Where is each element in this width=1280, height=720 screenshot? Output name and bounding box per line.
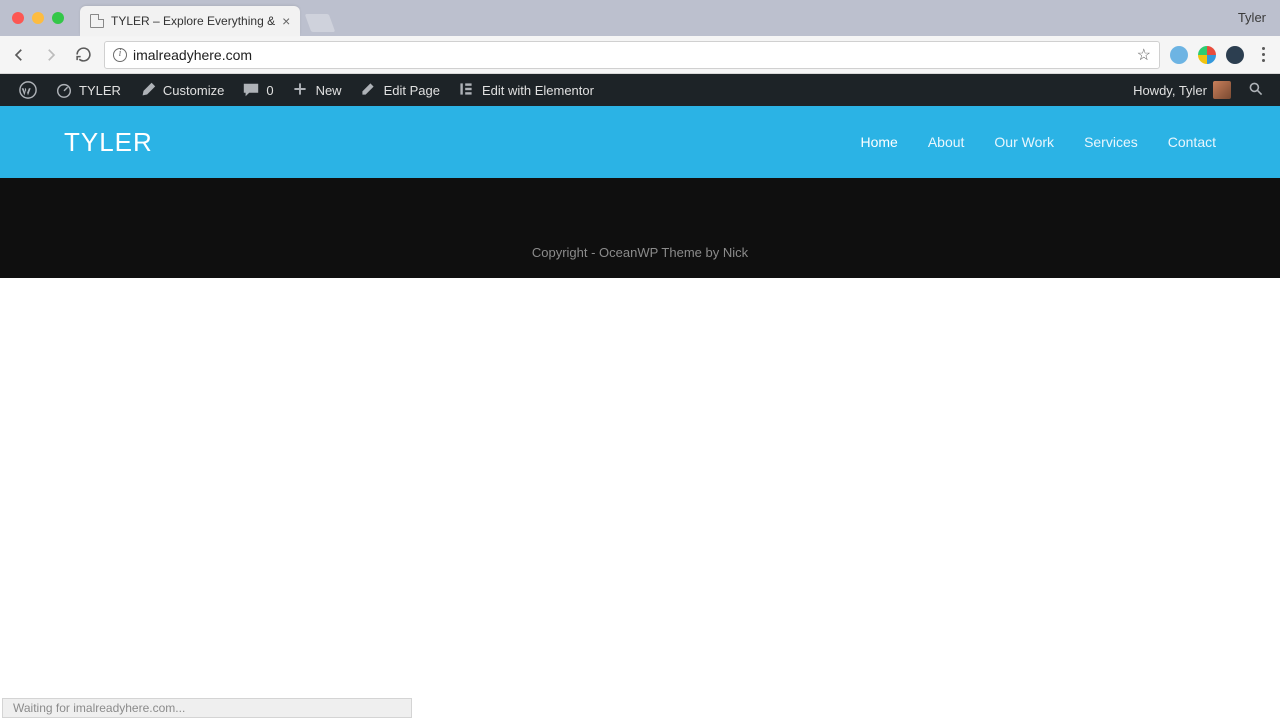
wp-edit-elementor[interactable]: Edit with Elementor (449, 74, 603, 106)
bookmark-star-icon[interactable]: ☆ (1137, 45, 1151, 65)
fullscreen-window-button[interactable] (52, 12, 64, 24)
wp-comments-count: 0 (266, 83, 273, 98)
wp-customize[interactable]: Customize (130, 74, 233, 106)
back-button[interactable] (8, 44, 30, 66)
wp-admin-bar: TYLER Customize 0 New Edit Page Edit wit… (0, 74, 1280, 106)
nav-our-work[interactable]: Our Work (994, 134, 1054, 150)
reload-button[interactable] (72, 44, 94, 66)
wp-edit-elementor-label: Edit with Elementor (482, 83, 594, 98)
wp-comments[interactable]: 0 (233, 74, 282, 106)
url-text: imalreadyhere.com (133, 47, 252, 63)
wp-logo-menu[interactable] (10, 74, 46, 106)
nav-contact[interactable]: Contact (1168, 134, 1216, 150)
browser-tab-strip: TYLER – Explore Everything & × Tyler (0, 0, 1280, 36)
wp-howdy-text: Howdy, Tyler (1133, 83, 1207, 98)
browser-tab-active[interactable]: TYLER – Explore Everything & × (80, 6, 300, 36)
brush-icon (139, 81, 157, 99)
minimize-window-button[interactable] (32, 12, 44, 24)
nav-about[interactable]: About (928, 134, 965, 150)
site-header: TYLER Home About Our Work Services Conta… (0, 106, 1280, 178)
elementor-icon (458, 81, 476, 99)
dashboard-icon (55, 81, 73, 99)
browser-menu-button[interactable] (1254, 47, 1272, 62)
wordpress-logo-icon (19, 81, 37, 99)
pencil-icon (360, 81, 378, 99)
forward-button[interactable] (40, 44, 62, 66)
wp-edit-page[interactable]: Edit Page (351, 74, 449, 106)
extension-profile-icon[interactable] (1226, 46, 1244, 64)
wp-customize-label: Customize (163, 83, 224, 98)
browser-status-bar: Waiting for imalreadyhere.com... (2, 698, 412, 718)
primary-nav: Home About Our Work Services Contact (860, 134, 1216, 150)
extension-icon-2[interactable] (1198, 46, 1216, 64)
new-tab-button[interactable] (305, 14, 336, 32)
wp-site-name-label: TYLER (79, 83, 121, 98)
browser-toolbar: imalreadyhere.com ☆ (0, 36, 1280, 74)
plus-icon (292, 81, 310, 99)
nav-services[interactable]: Services (1084, 134, 1138, 150)
close-window-button[interactable] (12, 12, 24, 24)
wp-search[interactable] (1244, 81, 1270, 99)
search-icon (1248, 81, 1266, 99)
extension-icon-1[interactable] (1170, 46, 1188, 64)
page-icon (90, 14, 104, 28)
footer-copyright: Copyright - OceanWP Theme by Nick (532, 245, 748, 260)
comment-icon (242, 81, 260, 99)
site-footer: Copyright - OceanWP Theme by Nick (0, 178, 1280, 278)
wp-new[interactable]: New (283, 74, 351, 106)
wp-site-name[interactable]: TYLER (46, 74, 130, 106)
wp-new-label: New (316, 83, 342, 98)
tab-close-button[interactable]: × (282, 14, 290, 28)
avatar (1213, 81, 1231, 99)
site-info-icon[interactable] (113, 48, 127, 62)
wp-edit-page-label: Edit Page (384, 83, 440, 98)
site-title[interactable]: TYLER (64, 127, 153, 158)
address-bar[interactable]: imalreadyhere.com ☆ (104, 41, 1160, 69)
tab-title: TYLER – Explore Everything & (111, 14, 275, 28)
wp-user-menu[interactable]: Howdy, Tyler (1124, 81, 1240, 99)
browser-profile-label[interactable]: Tyler (1238, 10, 1266, 25)
window-controls (12, 12, 64, 24)
nav-home[interactable]: Home (860, 134, 897, 150)
